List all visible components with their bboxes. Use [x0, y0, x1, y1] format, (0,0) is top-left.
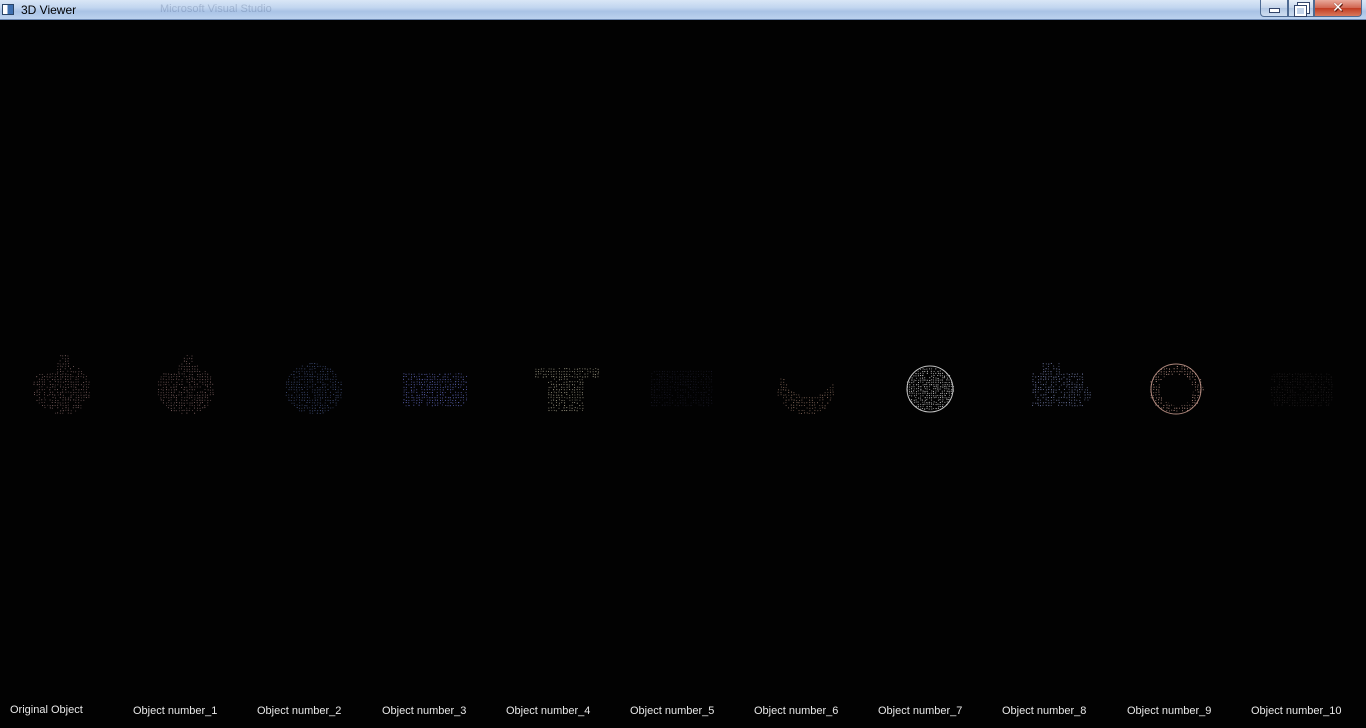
minimize-icon: [1268, 8, 1280, 13]
point-cloud-object[interactable]: [394, 354, 474, 424]
close-icon: ✕: [1332, 0, 1344, 16]
point-cloud-object[interactable]: [146, 354, 226, 424]
point-cloud-render: [1032, 362, 1091, 407]
window-title: 3D Viewer: [21, 3, 77, 17]
point-cloud-object[interactable]: [526, 354, 606, 424]
background-window-title: Microsoft Visual Studio: [160, 3, 272, 15]
object-label: Object number_3: [382, 705, 467, 717]
point-cloud-object[interactable]: [1136, 354, 1216, 424]
point-cloud-object[interactable]: [22, 354, 102, 424]
minimize-button[interactable]: [1260, 0, 1288, 17]
point-cloud-render: [157, 355, 214, 414]
object-label: Object number_7: [878, 705, 963, 717]
object-label: Object number_2: [257, 705, 342, 717]
object-label: Object number_5: [630, 705, 715, 717]
object-label: Object number_8: [1002, 705, 1087, 717]
object-label: Object number_1: [133, 705, 218, 717]
point-cloud-object[interactable]: [642, 354, 722, 424]
app-icon: [2, 4, 14, 15]
point-cloud-render: [777, 378, 834, 415]
viewer-window: 3D Viewer Microsoft Visual Studio ✕ Orig…: [0, 0, 1366, 728]
close-button[interactable]: ✕: [1314, 0, 1362, 17]
point-cloud-object[interactable]: [274, 354, 354, 424]
restore-icon: [1294, 2, 1310, 17]
object-label: Object number_4: [506, 705, 591, 717]
object-label: Object number_10: [1251, 705, 1342, 717]
object-label: Object number_9: [1127, 705, 1212, 717]
object-label: Original Object: [10, 704, 83, 716]
point-cloud-render: [402, 373, 468, 407]
point-cloud-render: [1150, 363, 1204, 415]
point-cloud-render: [535, 368, 600, 412]
point-cloud-object[interactable]: [1262, 354, 1342, 424]
point-cloud-render: [650, 370, 713, 407]
point-cloud-render: [906, 365, 955, 413]
point-cloud-object[interactable]: [890, 354, 970, 424]
3d-viewport[interactable]: Original Object Object number_1 Object num…: [0, 20, 1366, 728]
title-bar[interactable]: 3D Viewer Microsoft Visual Studio ✕: [0, 0, 1366, 20]
point-cloud-object[interactable]: [766, 354, 846, 424]
object-label: Object number_6: [754, 705, 839, 717]
point-cloud-object[interactable]: [1018, 354, 1098, 424]
point-cloud-render: [33, 355, 90, 414]
point-cloud-render: [1270, 373, 1333, 407]
point-cloud-render: [285, 362, 342, 415]
restore-button[interactable]: [1288, 0, 1314, 17]
